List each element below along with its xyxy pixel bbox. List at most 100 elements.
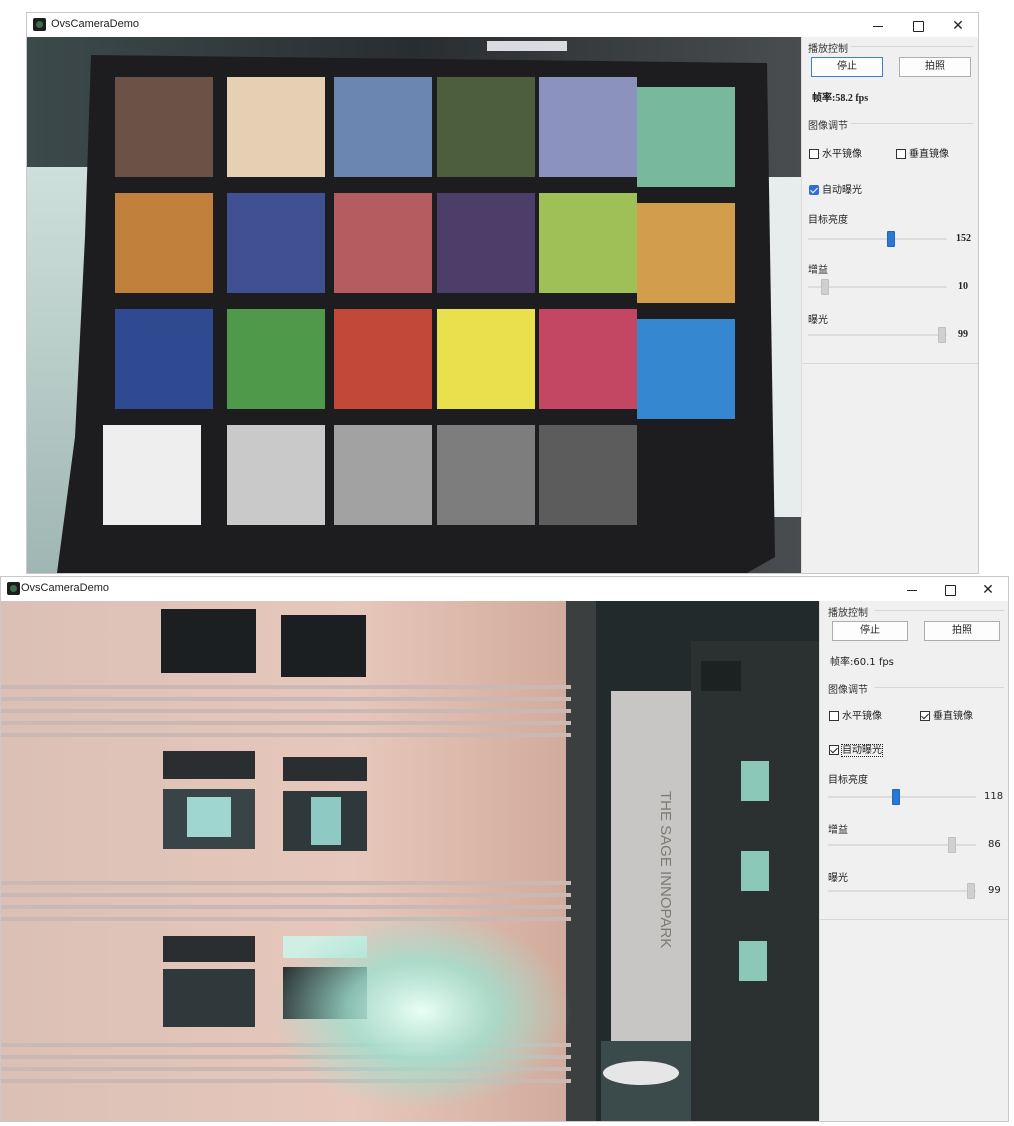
app-icon <box>7 582 20 595</box>
auto-exposure-label: 自动曝光 <box>822 185 862 196</box>
exposure-label: 曝光 <box>828 873 848 884</box>
color-patch <box>539 77 637 177</box>
image-group-title: 图像调节 <box>808 121 848 132</box>
stop-button[interactable]: 停止 <box>832 621 908 641</box>
color-patch <box>334 309 432 409</box>
slider-track <box>828 796 976 798</box>
color-patch <box>437 425 535 525</box>
window-title: OvsCameraDemo <box>21 582 110 594</box>
auto-exposure-checkbox[interactable]: 自动曝光 <box>809 181 862 196</box>
title-bar[interactable]: OvsCameraDemo ✕ <box>1 577 1008 601</box>
group-divider <box>850 46 974 47</box>
group-divider <box>802 363 978 364</box>
slider-thumb[interactable] <box>938 327 946 343</box>
brightness-value: 152 <box>956 233 971 244</box>
minimize-button[interactable] <box>892 577 932 601</box>
building-signage-text: THE SAGE INNOPARK <box>657 791 674 948</box>
fps-readout: 帧率:58.2 fps <box>812 93 869 104</box>
exposure-slider[interactable] <box>808 327 947 343</box>
v-mirror-label: 垂直镜像 <box>909 149 949 160</box>
exposure-label: 曝光 <box>808 315 828 326</box>
color-patch <box>227 309 325 409</box>
color-patch <box>437 77 535 177</box>
color-patch <box>115 309 213 409</box>
color-patch <box>539 193 637 293</box>
color-patch <box>334 77 432 177</box>
playback-group-title: 播放控制 <box>808 44 848 55</box>
auto-exposure-checkbox[interactable]: 自动曝光 <box>829 741 883 757</box>
group-divider <box>820 919 1008 920</box>
slider-track <box>828 890 976 892</box>
color-patch <box>334 193 432 293</box>
color-patch <box>227 193 325 293</box>
h-mirror-label: 水平镜像 <box>822 149 862 160</box>
brightness-value: 118 <box>984 791 1004 802</box>
slider-track <box>808 334 947 336</box>
maximize-button[interactable] <box>930 577 970 601</box>
color-patch <box>227 425 325 525</box>
minimize-icon <box>873 25 883 27</box>
gain-slider[interactable] <box>828 837 976 853</box>
checkbox-box-unchecked <box>896 149 906 159</box>
color-patch <box>637 203 735 303</box>
brightness-label: 目标亮度 <box>828 775 868 786</box>
slider-thumb[interactable] <box>967 883 975 899</box>
close-button[interactable]: ✕ <box>968 577 1008 601</box>
h-mirror-checkbox[interactable]: 水平镜像 <box>829 707 882 722</box>
h-mirror-label: 水平镜像 <box>842 711 882 722</box>
window-title: OvsCameraDemo <box>51 18 140 30</box>
slider-thumb[interactable] <box>948 837 956 853</box>
v-mirror-checkbox[interactable]: 垂直镜像 <box>896 145 949 160</box>
building-scene-image: THE SAGE INNOPARK <box>1 601 820 1121</box>
stop-button[interactable]: 停止 <box>811 57 883 77</box>
checkbox-box-unchecked <box>829 711 839 721</box>
color-patch <box>227 77 325 177</box>
slider-thumb[interactable] <box>887 231 895 247</box>
gain-slider[interactable] <box>808 279 947 295</box>
h-mirror-checkbox[interactable]: 水平镜像 <box>809 145 862 160</box>
checkbox-checked-icon <box>829 745 839 755</box>
title-bar[interactable]: OvsCameraDemo ✕ <box>27 13 978 37</box>
color-patch <box>637 319 735 419</box>
minimize-icon <box>907 589 917 591</box>
camera-view <box>27 37 802 573</box>
brightness-slider[interactable] <box>828 789 976 805</box>
v-mirror-checkbox[interactable]: 垂直镜像 <box>920 707 973 722</box>
gain-label: 增益 <box>808 265 828 276</box>
color-patch <box>103 425 201 525</box>
camera-view: THE SAGE INNOPARK <box>1 601 820 1121</box>
gain-value: 86 <box>988 839 1001 850</box>
slider-thumb[interactable] <box>892 789 900 805</box>
photo-button[interactable]: 拍照 <box>899 57 971 77</box>
color-patch <box>637 87 735 187</box>
color-patch <box>539 425 637 525</box>
exposure-slider[interactable] <box>828 883 976 899</box>
close-button[interactable]: ✕ <box>938 13 978 37</box>
slider-thumb[interactable] <box>821 279 829 295</box>
group-divider <box>850 123 974 124</box>
slider-track <box>808 238 947 240</box>
checkbox-box-unchecked <box>809 149 819 159</box>
color-patch <box>539 309 637 409</box>
exposure-value: 99 <box>958 329 968 340</box>
photo-button[interactable]: 拍照 <box>924 621 1000 641</box>
maximize-icon <box>912 20 924 32</box>
brightness-slider[interactable] <box>808 231 947 247</box>
maximize-button[interactable] <box>898 13 938 37</box>
gain-label: 增益 <box>828 825 848 836</box>
maximize-icon <box>944 584 956 596</box>
brightness-label: 目标亮度 <box>808 215 848 226</box>
group-divider <box>874 610 1004 611</box>
app-window-1: OvsCameraDemo ✕ 播放控制 停止 拍照 帧率:58.2 fps 图… <box>26 12 979 574</box>
exposure-value: 99 <box>988 885 1001 896</box>
playback-group-title: 播放控制 <box>828 608 868 619</box>
minimize-button[interactable] <box>858 13 898 37</box>
color-patch <box>115 77 213 177</box>
control-panel: 播放控制 停止 拍照 帧率:60.1 fps 图像调节 水平镜像 垂直镜像 自动… <box>819 601 1008 1121</box>
color-patch <box>115 193 213 293</box>
fps-readout: 帧率:60.1 fps <box>830 657 894 668</box>
color-patch <box>437 193 535 293</box>
color-patch <box>334 425 432 525</box>
checkbox-checked-icon <box>920 711 930 721</box>
color-checker-image <box>27 37 802 573</box>
